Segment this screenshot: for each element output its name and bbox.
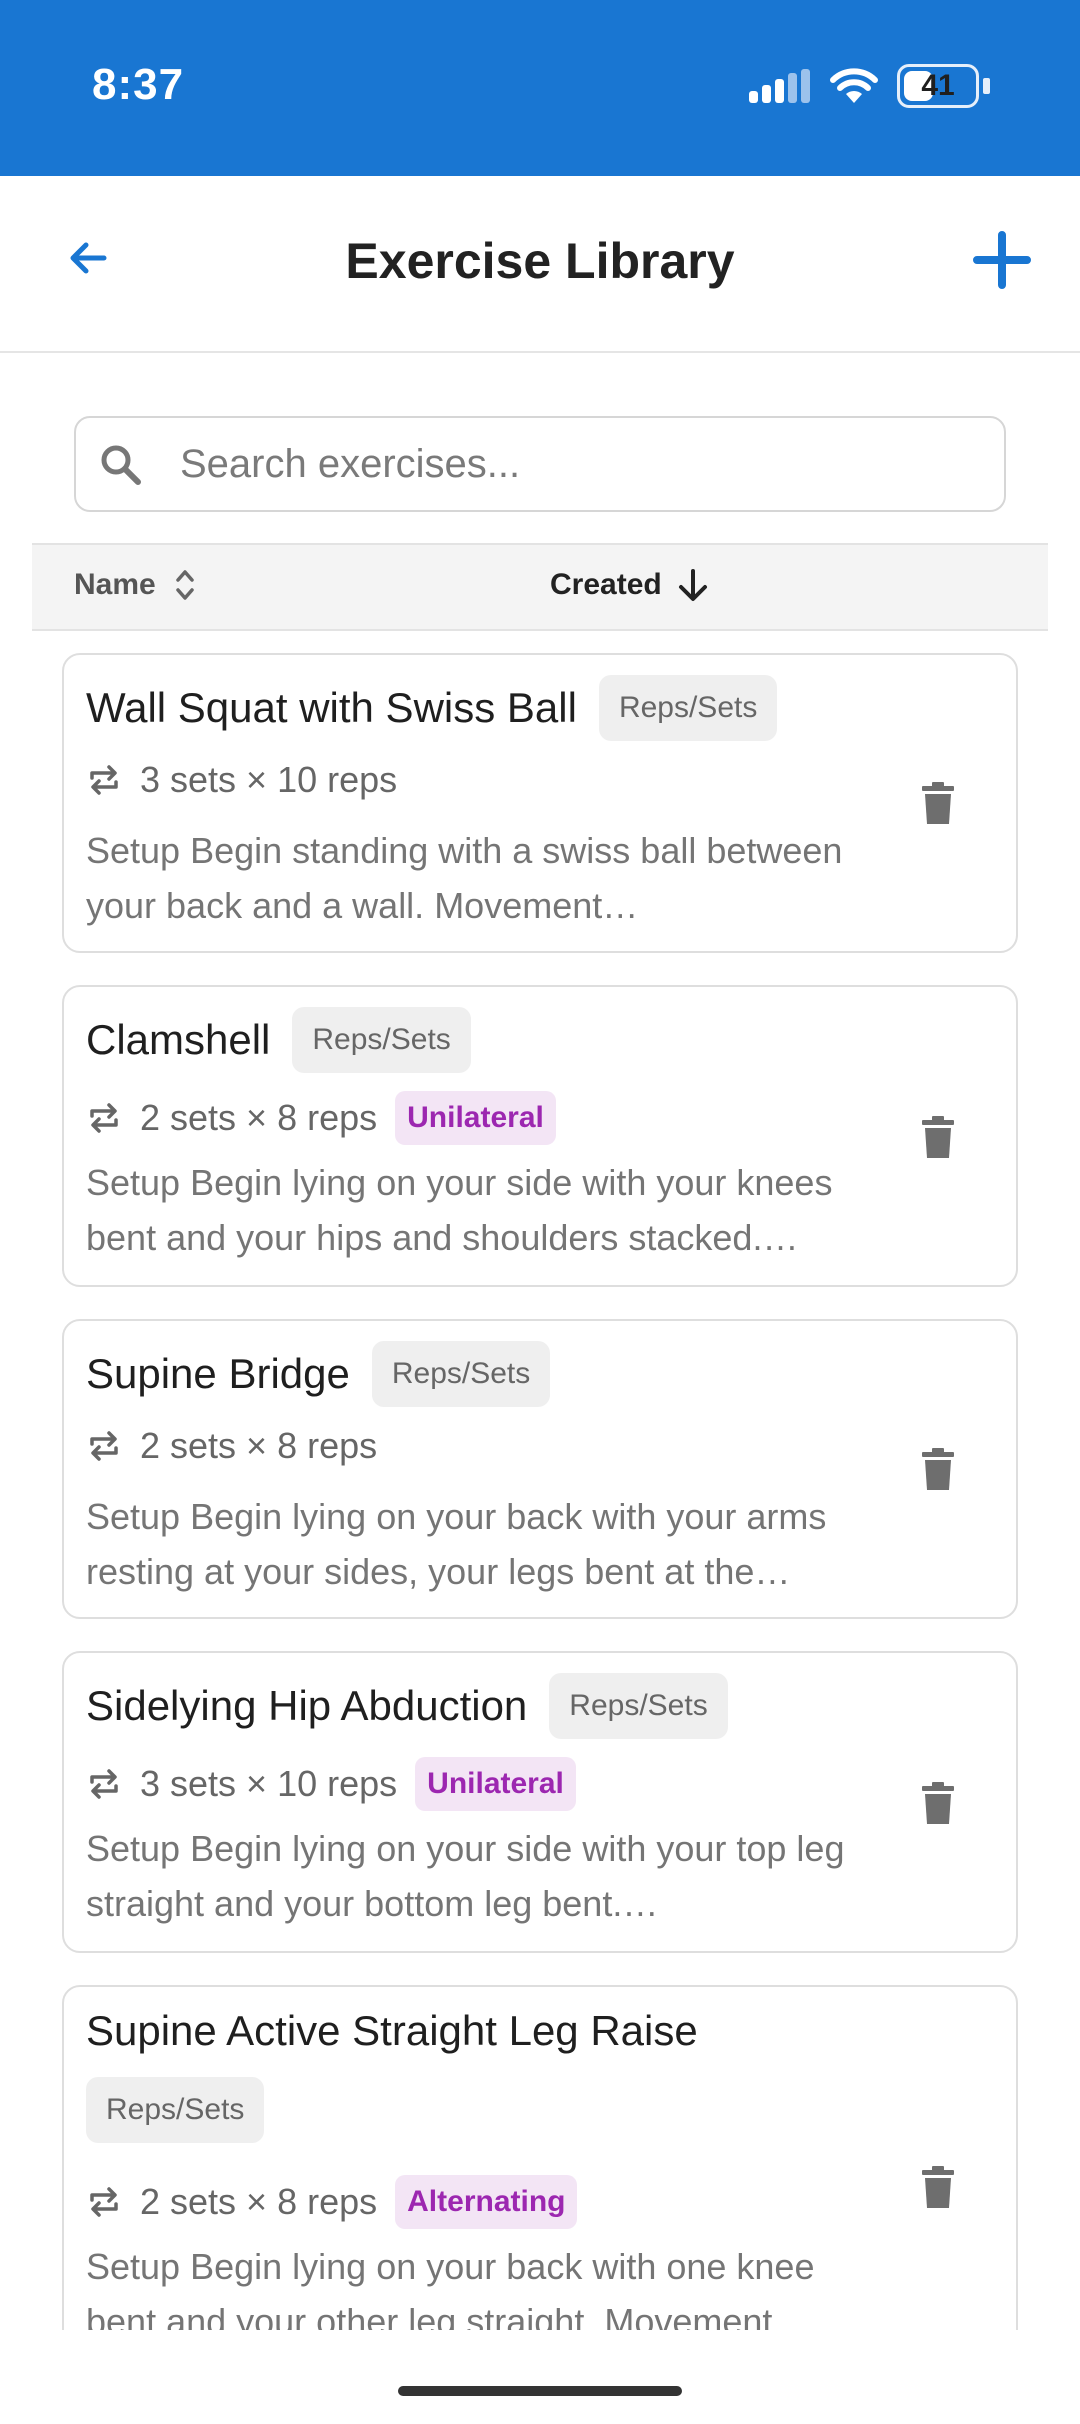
- search-icon: [101, 445, 141, 485]
- add-exercise-button[interactable]: [964, 222, 1040, 298]
- repeat-icon: [90, 765, 118, 795]
- app-bar: Exercise Library: [0, 176, 1080, 353]
- battery-level: 41: [921, 69, 955, 102]
- exercise-volume: 3 sets × 10 reps: [140, 1763, 398, 1804]
- repeat-icon: [90, 1769, 118, 1799]
- exercise-name: Clamshell: [86, 1016, 271, 1063]
- exercise-card[interactable]: Supine Active Straight Leg Raise Reps/Se…: [62, 1985, 1018, 2330]
- trash-icon: [922, 1116, 954, 1158]
- exercise-type-chip: Reps/Sets: [598, 675, 778, 741]
- arrow-down-icon: [678, 569, 707, 601]
- status-icons: 41: [749, 64, 990, 108]
- signal-icon: [749, 69, 810, 103]
- delete-button[interactable]: [910, 1439, 966, 1499]
- sort-by-created-button[interactable]: Created: [550, 567, 710, 603]
- exercise-type-chip: Reps/Sets: [371, 1341, 551, 1407]
- trash-icon: [922, 1448, 954, 1490]
- wifi-icon: [830, 68, 878, 103]
- trash-icon: [922, 1782, 954, 1824]
- exercise-name: Wall Squat with Swiss Ball: [86, 684, 577, 731]
- exercise-description: Setup Begin lying on your side with your…: [86, 1828, 845, 1924]
- repeat-icon: [90, 1103, 118, 1133]
- search-field[interactable]: [74, 416, 1006, 512]
- exercise-volume: 2 sets × 8 reps: [140, 2181, 378, 2222]
- side-chip: Alternating: [395, 2175, 578, 2229]
- sort-by-name-button[interactable]: Name: [74, 567, 196, 603]
- exercise-name: Sidelying Hip Abduction: [86, 1682, 528, 1729]
- home-indicator[interactable]: [398, 2386, 682, 2396]
- exercise-card[interactable]: Sidelying Hip Abduction Reps/Sets 3 sets…: [62, 1651, 1018, 1953]
- delete-button[interactable]: [910, 1107, 966, 1167]
- sort-name-label: Name: [74, 568, 156, 601]
- side-chip: Unilateral: [415, 1757, 576, 1811]
- exercise-type-chip: Reps/Sets: [86, 2077, 265, 2143]
- exercise-card[interactable]: Supine Bridge Reps/Sets 2 sets × 8 reps …: [62, 1319, 1018, 1619]
- delete-button[interactable]: [910, 1773, 966, 1833]
- search-input[interactable]: [180, 418, 980, 510]
- exercise-description: Setup Begin lying on your back with one …: [86, 2246, 815, 2330]
- battery-icon: 41: [897, 64, 979, 108]
- delete-button[interactable]: [910, 2157, 966, 2217]
- status-time: 8:37: [92, 60, 185, 109]
- repeat-icon: [90, 2187, 118, 2217]
- trash-icon: [922, 2166, 954, 2208]
- exercise-volume: 2 sets × 8 reps: [140, 1097, 378, 1138]
- exercise-type-chip: Reps/Sets: [549, 1673, 728, 1739]
- exercise-name: Supine Bridge: [86, 1350, 350, 1397]
- status-bar: 8:37 41: [0, 0, 1080, 176]
- unfold-icon: [175, 570, 194, 600]
- exercise-volume: 3 sets × 10 reps: [140, 759, 398, 800]
- exercise-volume: 2 sets × 8 reps: [140, 1425, 378, 1466]
- battery-nub: [983, 78, 990, 94]
- page-title: Exercise Library: [345, 233, 735, 289]
- sort-created-label: Created: [550, 568, 662, 601]
- exercise-type-chip: Reps/Sets: [292, 1007, 471, 1073]
- exercise-description: Setup Begin lying on your back with your…: [86, 1496, 827, 1592]
- side-chip: Unilateral: [395, 1091, 556, 1145]
- exercise-list: Wall Squat with Swiss Ball Reps/Sets 3 s…: [0, 631, 1080, 2330]
- exercise-description: Setup Begin standing with a swiss ball b…: [86, 830, 843, 926]
- exercise-card[interactable]: Clamshell Reps/Sets 2 sets × 8 reps Unil…: [62, 985, 1018, 1287]
- repeat-icon: [90, 1431, 118, 1461]
- exercise-name: Supine Active Straight Leg Raise: [86, 2007, 698, 2054]
- trash-icon: [922, 782, 954, 824]
- exercise-description: Setup Begin lying on your side with your…: [86, 1162, 833, 1258]
- sort-header: Name Created: [32, 543, 1048, 631]
- exercise-card[interactable]: Wall Squat with Swiss Ball Reps/Sets 3 s…: [62, 653, 1018, 953]
- delete-button[interactable]: [910, 773, 966, 833]
- plus-icon: [973, 231, 1031, 289]
